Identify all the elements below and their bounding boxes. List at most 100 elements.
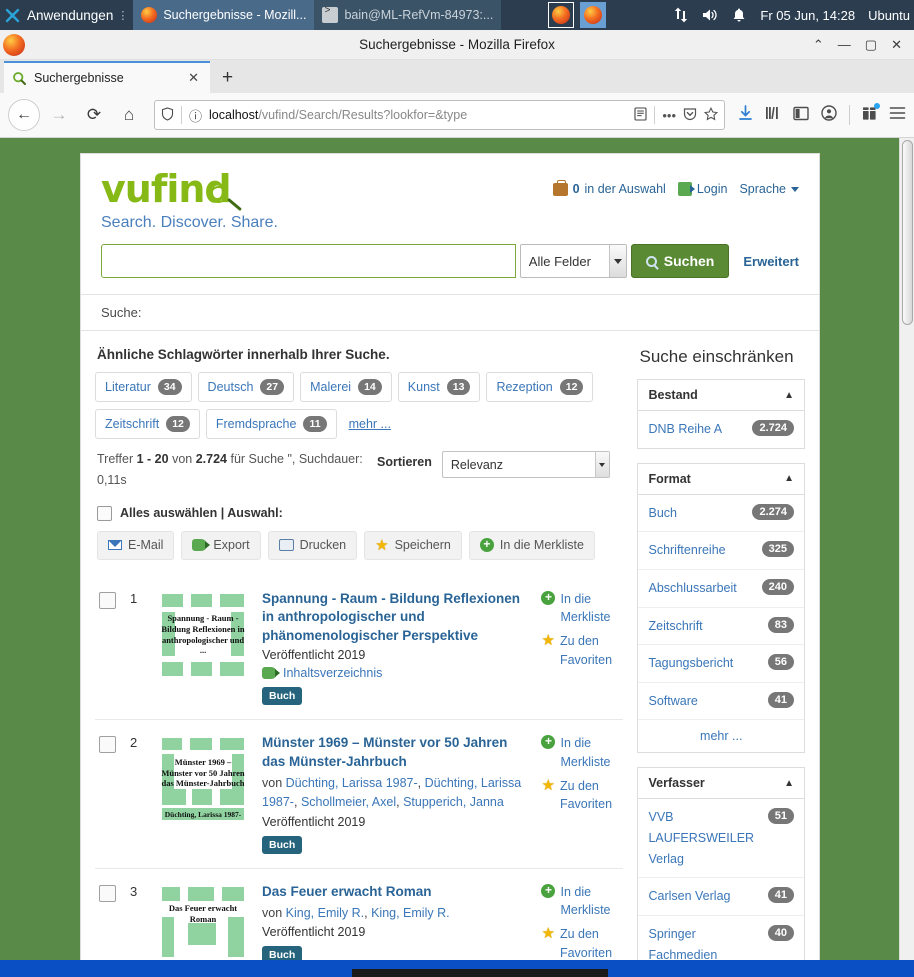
author-link[interactable]: King, Emily R. [286, 906, 365, 920]
add-to-booklist-label[interactable]: In die Merkliste [560, 883, 619, 921]
bell-icon[interactable] [731, 7, 747, 23]
account-icon[interactable] [821, 105, 837, 125]
book-cover-placeholder[interactable]: Spannung - Raum - Bildung Reflexionen in… [158, 589, 248, 680]
add-to-booklist-link[interactable]: + In die Merkliste [541, 590, 619, 628]
sidebar-icon[interactable] [793, 106, 809, 125]
add-to-booklist-label[interactable]: In die Merkliste [560, 590, 619, 628]
facet-group-header[interactable]: Bestand ▲ [638, 380, 804, 411]
facet-group-header[interactable]: Format ▲ [638, 464, 804, 495]
reload-icon[interactable]: ⟳ [78, 99, 110, 131]
keywords-more-link[interactable]: mehr ... [349, 417, 391, 431]
rollup-button[interactable]: ⌃ [813, 37, 824, 53]
search-button[interactable]: Suchen [630, 244, 730, 278]
page-actions-icon[interactable]: ••• [662, 108, 676, 123]
facet-item[interactable]: Zeitschrift 83 [638, 608, 804, 646]
advanced-search-link[interactable]: Erweitert [743, 254, 799, 269]
facet-item[interactable]: VVB LAUFERSWEILER Verlag 51 [638, 799, 804, 879]
tab-close-icon[interactable]: ✕ [185, 70, 202, 86]
author-link[interactable]: Schollmeier, Axel [301, 795, 396, 809]
facet-item[interactable]: Tagungsbericht 56 [638, 645, 804, 683]
keyword-chip[interactable]: Rezeption 12 [486, 372, 594, 402]
author-link[interactable]: Düchting, Larissa 1987- [286, 776, 418, 790]
home-icon[interactable]: ⌂ [113, 99, 145, 131]
sort-select[interactable]: Relevanz [441, 451, 610, 478]
search-input[interactable] [101, 244, 516, 278]
result-checkbox[interactable] [99, 591, 116, 609]
launcher-firefox-1[interactable] [548, 2, 575, 28]
gift-icon[interactable] [862, 103, 880, 125]
info-icon[interactable]: ⓘ [189, 106, 202, 125]
menu-icon[interactable] [889, 106, 906, 124]
network-updown-icon[interactable] [673, 7, 689, 23]
facet-item[interactable]: Buch 2.274 [638, 495, 804, 533]
facet-more-link[interactable]: mehr ... [700, 729, 742, 743]
page-scrollbar[interactable] [899, 138, 914, 977]
keyword-chip[interactable]: Literatur 34 [95, 372, 192, 402]
cart-link[interactable]: 0 in der Auswahl [552, 179, 666, 196]
add-to-booklist-link[interactable]: + In die Merkliste [541, 734, 619, 772]
keyword-chip[interactable]: Deutsch 27 [197, 372, 295, 402]
login-link[interactable]: Login [677, 182, 728, 196]
add-to-favorites-link[interactable]: ★ Zu den Favoriten [541, 777, 619, 815]
scrollbar-thumb[interactable] [902, 140, 913, 325]
result-toc-link[interactable]: Inhaltsverzeichnis [262, 666, 527, 680]
result-checkbox[interactable] [99, 736, 116, 754]
download-icon[interactable] [738, 105, 753, 125]
maximize-button[interactable]: ▢ [865, 37, 877, 53]
url-bar[interactable]: ⓘ localhost/vufind/Search/Results?lookfo… [154, 100, 725, 130]
add-to-favorites-label[interactable]: Zu den Favoriten [560, 925, 620, 963]
author-link[interactable]: King, Emily R. [371, 906, 450, 920]
applications-menu[interactable]: Anwendungen ⋮ [0, 7, 133, 24]
vufind-logo[interactable]: vufind [101, 170, 278, 212]
reader-view-icon[interactable] [634, 106, 647, 124]
result-checkbox[interactable] [99, 884, 116, 902]
book-cover-placeholder[interactable]: Das Feuer erwacht Roman [158, 882, 248, 973]
facet-item[interactable]: Abschlussarbeit 240 [638, 570, 804, 608]
language-menu[interactable]: Sprache [739, 182, 799, 196]
pocket-icon[interactable] [683, 107, 697, 124]
select-all-checkbox[interactable] [97, 505, 112, 521]
tab-suchergebnisse[interactable]: Suchergebnisse ✕ [4, 61, 210, 93]
email-button[interactable]: E-Mail [97, 530, 175, 560]
volume-icon[interactable] [702, 7, 718, 23]
add-to-booklist-label[interactable]: In die Merkliste [560, 734, 619, 772]
export-button[interactable]: Export [181, 530, 261, 560]
url-text[interactable]: localhost/vufind/Search/Results?lookfor=… [209, 108, 627, 122]
minimize-button[interactable]: — [838, 37, 851, 53]
launcher-firefox-2[interactable] [580, 2, 607, 28]
facet-item[interactable]: Carlsen Verlag 41 [638, 878, 804, 916]
add-to-favorites-label[interactable]: Zu den Favoriten [560, 777, 620, 815]
add-to-booklist-link[interactable]: + In die Merkliste [541, 883, 619, 921]
back-icon[interactable]: ← [8, 99, 40, 131]
result-title-link[interactable]: Spannung - Raum - Bildung Reflexionen in… [262, 590, 527, 647]
add-to-favorites-label[interactable]: Zu den Favoriten [560, 632, 620, 670]
keyword-chip[interactable]: Zeitschrift 12 [95, 409, 200, 439]
language-label[interactable]: Sprache [739, 182, 786, 196]
search-type-select[interactable]: Alle Felder [519, 244, 627, 278]
facet-more[interactable]: mehr ... [638, 720, 804, 752]
library-icon[interactable] [765, 105, 781, 125]
add-to-favorites-link[interactable]: ★ Zu den Favoriten [541, 925, 619, 963]
new-tab-button[interactable]: + [210, 63, 245, 93]
facet-item[interactable]: Software 41 [638, 683, 804, 721]
login-label[interactable]: Login [697, 182, 728, 196]
taskbar-window-terminal[interactable]: bain@ML-RefVm-84973:... [314, 0, 502, 30]
keyword-chip[interactable]: Malerei 14 [300, 372, 392, 402]
result-title-link[interactable]: Münster 1969 – Münster vor 50 Jahren das… [262, 734, 527, 772]
bookmark-star-icon[interactable] [703, 106, 719, 124]
add-to-booklist-button[interactable]: + In die Merkliste [468, 530, 595, 560]
close-button[interactable]: ✕ [891, 37, 902, 53]
facet-group-header[interactable]: Verfasser ▲ [638, 768, 804, 800]
result-title-link[interactable]: Das Feuer erwacht Roman [262, 883, 527, 902]
taskbar-window-firefox[interactable]: Suchergebnisse - Mozill... [133, 0, 315, 30]
print-button[interactable]: Drucken [267, 530, 358, 560]
session-label[interactable]: Ubuntu [868, 8, 910, 23]
facet-item[interactable]: Schriftenreihe 325 [638, 532, 804, 570]
shield-icon[interactable] [161, 106, 174, 124]
clock[interactable]: Fr 05 Jun, 14:28 [760, 8, 855, 23]
facet-item[interactable]: DNB Reihe A 2.724 [638, 411, 804, 448]
author-link[interactable]: Stupperich, Janna [403, 795, 504, 809]
keyword-chip[interactable]: Kunst 13 [397, 372, 481, 402]
book-cover-placeholder[interactable]: Münster 1969 – Münster vor 50 Jahren das… [158, 734, 248, 825]
save-button[interactable]: ★ Speichern [364, 530, 462, 560]
